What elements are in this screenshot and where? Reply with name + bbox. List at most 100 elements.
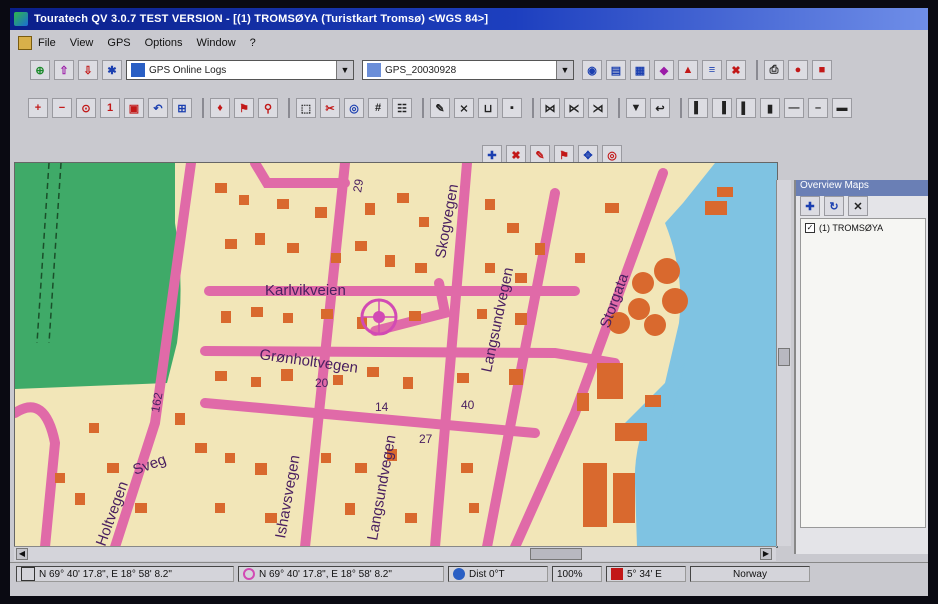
- track-combo[interactable]: GPS_20030928 ▼: [362, 60, 574, 80]
- menu-view[interactable]: View: [70, 37, 94, 49]
- scroll-thumb[interactable]: [530, 548, 582, 560]
- align-left-icon[interactable]: ▌: [688, 98, 708, 118]
- house-number: 27: [419, 432, 433, 446]
- compass-icon[interactable]: ◎: [344, 98, 364, 118]
- toolbar-separator: [288, 98, 290, 118]
- mark-icon[interactable]: ♦: [210, 98, 230, 118]
- grid-icon[interactable]: #: [368, 98, 388, 118]
- align-center-icon[interactable]: ▐: [712, 98, 732, 118]
- status-distance: Dist 0°T: [448, 566, 548, 582]
- join-icon[interactable]: ⊔: [478, 98, 498, 118]
- house-number: 29: [350, 178, 366, 194]
- map-icon[interactable]: ▤: [606, 60, 626, 80]
- country-text: Norway: [733, 568, 767, 580]
- split-icon[interactable]: ⋉: [564, 98, 584, 118]
- gps-download-icon[interactable]: ⇩: [78, 60, 98, 80]
- track-icon: [367, 63, 381, 77]
- line-icon[interactable]: —: [784, 98, 804, 118]
- menu-help[interactable]: ?: [250, 37, 256, 49]
- route-icon[interactable]: ▲: [678, 60, 698, 80]
- print-icon[interactable]: ⎙: [764, 60, 784, 80]
- gps-position-text: N 69° 40' 17.8", E 18° 58' 8.2": [259, 568, 392, 580]
- merge-icon[interactable]: ⋊: [588, 98, 608, 118]
- panel-close-icon[interactable]: ✕: [848, 196, 868, 216]
- globe-icon[interactable]: ◉: [582, 60, 602, 80]
- map-tree: ✓ (1) TROMSØYA: [800, 218, 926, 528]
- tree-item[interactable]: ✓ (1) TROMSØYA: [805, 223, 921, 233]
- toolbar-separator: [532, 98, 534, 118]
- toolbar-separator: [756, 60, 758, 80]
- house-number: 14: [375, 400, 389, 414]
- flag-icon[interactable]: ⚑: [234, 98, 254, 118]
- chevron-down-icon[interactable]: ▼: [336, 61, 353, 79]
- align-right-icon[interactable]: ▍: [736, 98, 756, 118]
- select-icon[interactable]: ⬚: [296, 98, 316, 118]
- zoom-layer-icon[interactable]: ⊞: [172, 98, 192, 118]
- layers-icon[interactable]: ▦: [630, 60, 650, 80]
- gps-connect-icon[interactable]: ⊕: [30, 60, 50, 80]
- toolbar-separator: [680, 98, 682, 118]
- status-bar: N 69° 40' 17.8", E 18° 58' 8.2" N 69° 40…: [10, 562, 928, 585]
- stop-icon[interactable]: ■: [812, 60, 832, 80]
- zoom-window-icon[interactable]: ▣: [124, 98, 144, 118]
- gps-position-marker[interactable]: [360, 298, 398, 336]
- zoom-out-icon[interactable]: −: [52, 98, 72, 118]
- record-icon[interactable]: ●: [788, 60, 808, 80]
- map-vertical-scrollbar[interactable]: [776, 180, 791, 546]
- scroll-thumb[interactable]: [778, 348, 790, 366]
- gps-target-icon: [243, 568, 255, 580]
- zoom-previous-icon[interactable]: ↶: [148, 98, 168, 118]
- gps-toolbar: ⊕ ⇧ ⇩ ✱ GPS Online Logs ▼ GPS_20030928 ▼…: [10, 56, 928, 84]
- measure-icon[interactable]: ✂: [320, 98, 340, 118]
- scroll-left-arrow-icon[interactable]: ◀: [16, 548, 28, 560]
- zoom-fit-icon[interactable]: ⊙: [76, 98, 96, 118]
- cursor-position-text: N 69° 40' 17.8", E 18° 58' 8.2": [39, 568, 172, 580]
- log-combo[interactable]: GPS Online Logs ▼: [126, 60, 354, 80]
- zoom-100-icon[interactable]: 1: [100, 98, 120, 118]
- document-icon[interactable]: [18, 36, 32, 50]
- compass-rose-icon: [611, 568, 623, 580]
- menu-window[interactable]: Window: [197, 37, 236, 49]
- toolbar-separator: [202, 98, 204, 118]
- chevron-down-icon[interactable]: ▼: [556, 61, 573, 79]
- map-horizontal-scrollbar[interactable]: ◀ ▶: [14, 546, 776, 561]
- title-bar[interactable]: Touratech QV 3.0.7 TEST VERSION - [(1) T…: [10, 8, 928, 30]
- status-declination: 5° 34' E: [606, 566, 686, 582]
- map-toolbar: + − ⊙ 1 ▣ ↶ ⊞ ♦ ⚑ ⚲ ⬚ ✂ ◎ # ☷ ✎ ⨯ ⊔ ▪ ⋈ …: [10, 94, 928, 122]
- park-area: [15, 163, 181, 389]
- edit-track-icon[interactable]: ✎: [430, 98, 450, 118]
- log-combo-value: GPS Online Logs: [149, 64, 227, 76]
- menu-gps[interactable]: GPS: [107, 37, 130, 49]
- gps-upload-icon[interactable]: ⇧: [54, 60, 74, 80]
- zoom-in-icon[interactable]: +: [28, 98, 48, 118]
- menu-options[interactable]: Options: [145, 37, 183, 49]
- window-title: Touratech QV 3.0.7 TEST VERSION - [(1) T…: [34, 13, 489, 25]
- table-icon[interactable]: ☷: [392, 98, 412, 118]
- crosshair-icon: [21, 567, 35, 581]
- pin-icon[interactable]: ⚲: [258, 98, 278, 118]
- column-icon[interactable]: ▮: [760, 98, 780, 118]
- bar-icon[interactable]: ▬: [832, 98, 852, 118]
- cut-icon[interactable]: ⨯: [454, 98, 474, 118]
- gps-log-icon: [131, 63, 145, 77]
- menu-bar: File View GPS Options Window ?: [10, 34, 928, 52]
- waypoint-icon[interactable]: ◆: [654, 60, 674, 80]
- menu-file[interactable]: File: [38, 37, 56, 49]
- track-list-icon[interactable]: ≡: [702, 60, 722, 80]
- map-checkbox[interactable]: ✓: [805, 223, 815, 233]
- arrow-undo-icon[interactable]: ↩: [650, 98, 670, 118]
- panel-add-icon[interactable]: ✚: [800, 196, 820, 216]
- house-number: 40: [461, 398, 475, 412]
- filter-icon[interactable]: ⋈: [540, 98, 560, 118]
- gps-settings-icon[interactable]: ✱: [102, 60, 122, 80]
- delete-icon[interactable]: ✖: [726, 60, 746, 80]
- map-view[interactable]: Karlvikveien Grønholtvegen Skogvegen Lan…: [14, 162, 778, 548]
- app-window: Touratech QV 3.0.7 TEST VERSION - [(1) T…: [10, 8, 928, 596]
- dash-icon[interactable]: –: [808, 98, 828, 118]
- status-gps-position: N 69° 40' 17.8", E 18° 58' 8.2": [238, 566, 444, 582]
- panel-refresh-icon[interactable]: ↻: [824, 196, 844, 216]
- arrow-down-icon[interactable]: ▼: [626, 98, 646, 118]
- save-icon[interactable]: ▪: [502, 98, 522, 118]
- status-zoom: 100%: [552, 566, 602, 582]
- scroll-right-arrow-icon[interactable]: ▶: [760, 548, 772, 560]
